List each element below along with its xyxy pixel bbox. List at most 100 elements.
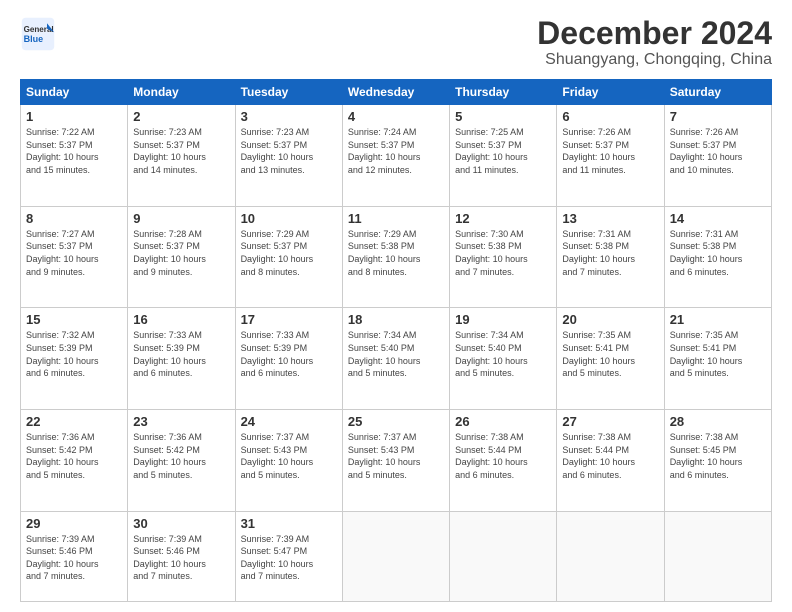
day-number: 16 xyxy=(133,312,229,327)
week-row-2: 8 Sunrise: 7:27 AM Sunset: 5:37 PM Daylig… xyxy=(21,206,772,308)
day-number: 29 xyxy=(26,516,122,531)
day-info: Sunrise: 7:34 AM Sunset: 5:40 PM Dayligh… xyxy=(455,329,551,379)
day-info: Sunrise: 7:31 AM Sunset: 5:38 PM Dayligh… xyxy=(670,228,766,278)
day-info: Sunrise: 7:26 AM Sunset: 5:37 PM Dayligh… xyxy=(562,126,658,176)
day-info: Sunrise: 7:39 AM Sunset: 5:47 PM Dayligh… xyxy=(241,533,337,583)
weekday-header-row: SundayMondayTuesdayWednesdayThursdayFrid… xyxy=(21,80,772,105)
day-number: 27 xyxy=(562,414,658,429)
day-cell-18: 18 Sunrise: 7:34 AM Sunset: 5:40 PM Dayli… xyxy=(342,308,449,410)
day-number: 2 xyxy=(133,109,229,124)
day-info: Sunrise: 7:29 AM Sunset: 5:37 PM Dayligh… xyxy=(241,228,337,278)
logo-icon: General Blue xyxy=(20,16,56,52)
weekday-header-saturday: Saturday xyxy=(664,80,771,105)
day-number: 22 xyxy=(26,414,122,429)
day-info: Sunrise: 7:33 AM Sunset: 5:39 PM Dayligh… xyxy=(241,329,337,379)
day-number: 24 xyxy=(241,414,337,429)
logo: General Blue xyxy=(20,16,56,52)
week-row-5: 29 Sunrise: 7:39 AM Sunset: 5:46 PM Dayli… xyxy=(21,511,772,601)
sub-title: Shuangyang, Chongqing, China xyxy=(537,51,772,69)
day-cell-3: 3 Sunrise: 7:23 AM Sunset: 5:37 PM Daylig… xyxy=(235,105,342,207)
day-cell-20: 20Sunrise: 7:35 AM Sunset: 5:41 PM Dayli… xyxy=(557,308,664,410)
main-title: December 2024 xyxy=(537,16,772,51)
day-cell-17: 17Sunrise: 7:33 AM Sunset: 5:39 PM Dayli… xyxy=(235,308,342,410)
weekday-header-wednesday: Wednesday xyxy=(342,80,449,105)
day-info: Sunrise: 7:30 AM Sunset: 5:38 PM Dayligh… xyxy=(455,228,551,278)
day-cell-13: 13 Sunrise: 7:31 AM Sunset: 5:38 PM Dayli… xyxy=(557,206,664,308)
svg-text:Blue: Blue xyxy=(24,34,44,44)
day-number: 12 xyxy=(455,211,551,226)
day-number: 5 xyxy=(455,109,551,124)
empty-cell xyxy=(664,511,771,601)
day-cell-8: 8 Sunrise: 7:27 AM Sunset: 5:37 PM Daylig… xyxy=(21,206,128,308)
day-info: Sunrise: 7:31 AM Sunset: 5:38 PM Dayligh… xyxy=(562,228,658,278)
day-info: Sunrise: 7:39 AM Sunset: 5:46 PM Dayligh… xyxy=(133,533,229,583)
day-number: 7 xyxy=(670,109,766,124)
day-info: Sunrise: 7:33 AM Sunset: 5:39 PM Dayligh… xyxy=(133,329,229,379)
day-cell-1: 1Sunrise: 7:22 AM Sunset: 5:37 PM Daylig… xyxy=(21,105,128,207)
day-number: 1 xyxy=(26,109,122,124)
day-cell-9: 9Sunrise: 7:28 AM Sunset: 5:37 PM Daylig… xyxy=(128,206,235,308)
day-number: 18 xyxy=(348,312,444,327)
day-info: Sunrise: 7:36 AM Sunset: 5:42 PM Dayligh… xyxy=(133,431,229,481)
weekday-header-friday: Friday xyxy=(557,80,664,105)
empty-cell xyxy=(450,511,557,601)
day-cell-31: 31 Sunrise: 7:39 AM Sunset: 5:47 PM Dayli… xyxy=(235,511,342,601)
day-cell-23: 23 Sunrise: 7:36 AM Sunset: 5:42 PM Dayli… xyxy=(128,410,235,512)
day-info: Sunrise: 7:35 AM Sunset: 5:41 PM Dayligh… xyxy=(670,329,766,379)
day-cell-26: 26Sunrise: 7:38 AM Sunset: 5:44 PM Dayli… xyxy=(450,410,557,512)
weekday-header-monday: Monday xyxy=(128,80,235,105)
day-cell-22: 22 Sunrise: 7:36 AM Sunset: 5:42 PM Dayli… xyxy=(21,410,128,512)
day-number: 9 xyxy=(133,211,229,226)
day-info: Sunrise: 7:36 AM Sunset: 5:42 PM Dayligh… xyxy=(26,431,122,481)
empty-cell xyxy=(342,511,449,601)
day-cell-19: 19 Sunrise: 7:34 AM Sunset: 5:40 PM Dayli… xyxy=(450,308,557,410)
day-info: Sunrise: 7:37 AM Sunset: 5:43 PM Dayligh… xyxy=(241,431,337,481)
day-number: 13 xyxy=(562,211,658,226)
day-cell-30: 30 Sunrise: 7:39 AM Sunset: 5:46 PM Dayli… xyxy=(128,511,235,601)
day-number: 23 xyxy=(133,414,229,429)
day-number: 14 xyxy=(670,211,766,226)
day-cell-27: 27 Sunrise: 7:38 AM Sunset: 5:44 PM Dayli… xyxy=(557,410,664,512)
weekday-header-sunday: Sunday xyxy=(21,80,128,105)
day-info: Sunrise: 7:39 AM Sunset: 5:46 PM Dayligh… xyxy=(26,533,122,583)
week-row-1: 1Sunrise: 7:22 AM Sunset: 5:37 PM Daylig… xyxy=(21,105,772,207)
page: General Blue December 2024 Shuangyang, C… xyxy=(0,0,792,612)
day-info: Sunrise: 7:23 AM Sunset: 5:37 PM Dayligh… xyxy=(241,126,337,176)
day-cell-12: 12 Sunrise: 7:30 AM Sunset: 5:38 PM Dayli… xyxy=(450,206,557,308)
day-info: Sunrise: 7:38 AM Sunset: 5:44 PM Dayligh… xyxy=(562,431,658,481)
day-number: 20 xyxy=(562,312,658,327)
day-info: Sunrise: 7:29 AM Sunset: 5:38 PM Dayligh… xyxy=(348,228,444,278)
day-info: Sunrise: 7:34 AM Sunset: 5:40 PM Dayligh… xyxy=(348,329,444,379)
day-cell-14: 14 Sunrise: 7:31 AM Sunset: 5:38 PM Dayli… xyxy=(664,206,771,308)
day-number: 3 xyxy=(241,109,337,124)
day-number: 8 xyxy=(26,211,122,226)
day-info: Sunrise: 7:24 AM Sunset: 5:37 PM Dayligh… xyxy=(348,126,444,176)
title-block: December 2024 Shuangyang, Chongqing, Chi… xyxy=(537,16,772,69)
day-cell-7: 7 Sunrise: 7:26 AM Sunset: 5:37 PM Daylig… xyxy=(664,105,771,207)
day-number: 31 xyxy=(241,516,337,531)
day-number: 19 xyxy=(455,312,551,327)
header: General Blue December 2024 Shuangyang, C… xyxy=(20,16,772,69)
day-info: Sunrise: 7:26 AM Sunset: 5:37 PM Dayligh… xyxy=(670,126,766,176)
day-cell-29: 29 Sunrise: 7:39 AM Sunset: 5:46 PM Dayli… xyxy=(21,511,128,601)
week-row-3: 15Sunrise: 7:32 AM Sunset: 5:39 PM Dayli… xyxy=(21,308,772,410)
day-number: 30 xyxy=(133,516,229,531)
day-number: 6 xyxy=(562,109,658,124)
day-cell-4: 4 Sunrise: 7:24 AM Sunset: 5:37 PM Daylig… xyxy=(342,105,449,207)
day-info: Sunrise: 7:37 AM Sunset: 5:43 PM Dayligh… xyxy=(348,431,444,481)
day-info: Sunrise: 7:27 AM Sunset: 5:37 PM Dayligh… xyxy=(26,228,122,278)
day-cell-24: 24 Sunrise: 7:37 AM Sunset: 5:43 PM Dayli… xyxy=(235,410,342,512)
day-cell-15: 15Sunrise: 7:32 AM Sunset: 5:39 PM Dayli… xyxy=(21,308,128,410)
day-cell-16: 16 Sunrise: 7:33 AM Sunset: 5:39 PM Dayli… xyxy=(128,308,235,410)
week-row-4: 22 Sunrise: 7:36 AM Sunset: 5:42 PM Dayli… xyxy=(21,410,772,512)
day-info: Sunrise: 7:23 AM Sunset: 5:37 PM Dayligh… xyxy=(133,126,229,176)
day-number: 15 xyxy=(26,312,122,327)
day-cell-11: 11Sunrise: 7:29 AM Sunset: 5:38 PM Dayli… xyxy=(342,206,449,308)
day-cell-28: 28Sunrise: 7:38 AM Sunset: 5:45 PM Dayli… xyxy=(664,410,771,512)
day-number: 4 xyxy=(348,109,444,124)
day-info: Sunrise: 7:38 AM Sunset: 5:45 PM Dayligh… xyxy=(670,431,766,481)
day-cell-5: 5Sunrise: 7:25 AM Sunset: 5:37 PM Daylig… xyxy=(450,105,557,207)
day-cell-25: 25Sunrise: 7:37 AM Sunset: 5:43 PM Dayli… xyxy=(342,410,449,512)
day-cell-21: 21Sunrise: 7:35 AM Sunset: 5:41 PM Dayli… xyxy=(664,308,771,410)
weekday-header-thursday: Thursday xyxy=(450,80,557,105)
